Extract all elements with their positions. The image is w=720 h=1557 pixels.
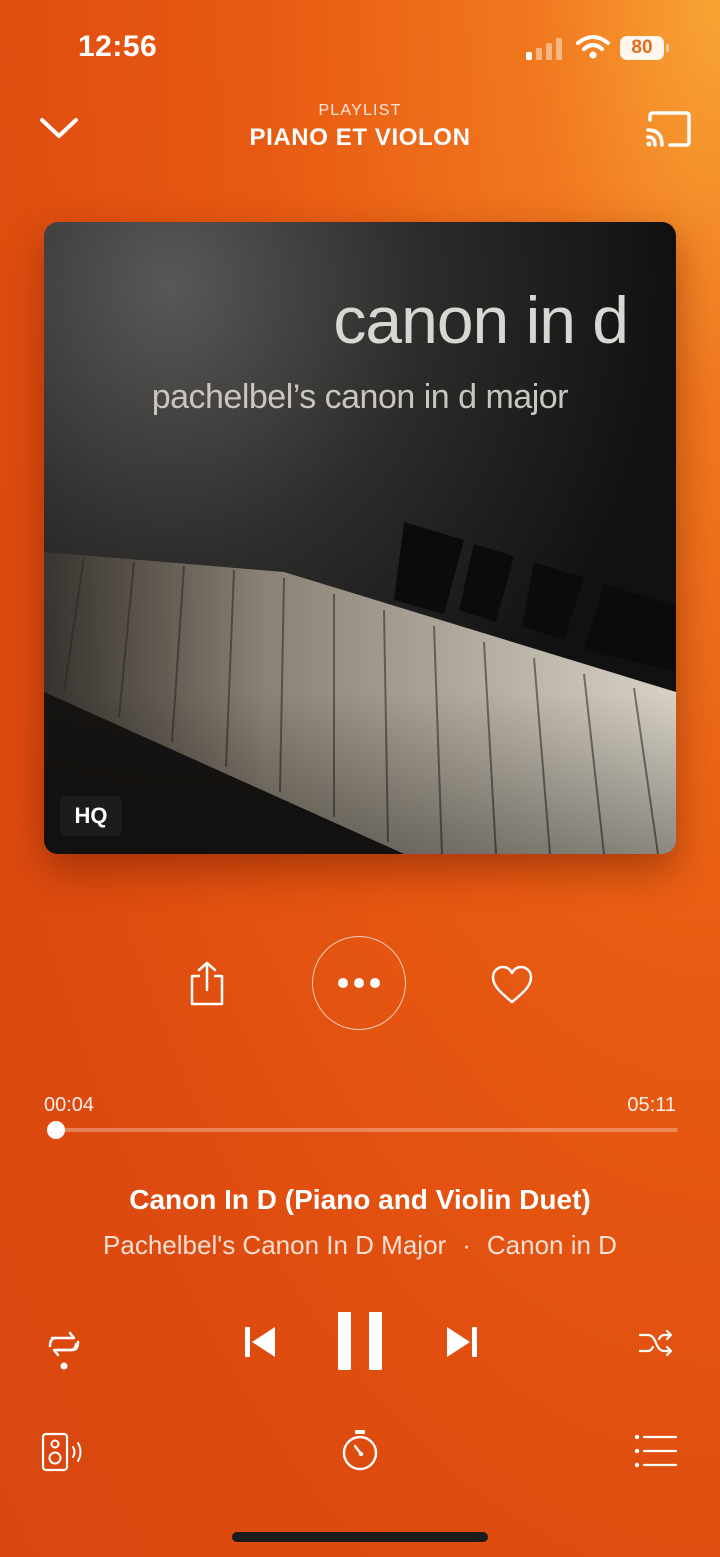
skip-previous-icon[interactable] (242, 1324, 278, 1360)
speaker-icon[interactable] (40, 1432, 86, 1472)
artwork-title: canon in d (333, 283, 629, 357)
artist-link[interactable]: Canon in D (487, 1230, 617, 1260)
repeat-icon[interactable] (44, 1326, 84, 1372)
skip-next-icon[interactable] (444, 1324, 480, 1360)
sleep-timer-icon[interactable] (340, 1428, 380, 1472)
playlist-label: PLAYLIST (318, 102, 402, 119)
playlist-title[interactable]: PIANO ET VIOLON (0, 124, 720, 152)
battery-level: 80 (620, 36, 664, 60)
progress-slider[interactable] (47, 1121, 678, 1139)
queue-list-icon[interactable] (634, 1434, 678, 1468)
status-time: 12:56 (78, 30, 158, 63)
progress-thumb[interactable] (47, 1121, 66, 1139)
separator: · (462, 1230, 471, 1260)
album-artwork[interactable]: canon in d pachelbel’s canon in d major … (44, 222, 676, 854)
elapsed-time: 00:04 (44, 1094, 95, 1116)
album-link[interactable]: Pachelbel's Canon In D Major (103, 1230, 446, 1260)
share-icon[interactable] (186, 960, 228, 1008)
more-options-button[interactable] (312, 936, 406, 1030)
wifi-icon (576, 35, 610, 59)
cast-icon[interactable] (644, 110, 692, 148)
artwork-subtitle: pachelbel’s canon in d major (151, 378, 569, 416)
pause-icon[interactable] (334, 1310, 386, 1372)
total-duration: 05:11 (627, 1094, 676, 1116)
shuffle-icon[interactable] (638, 1328, 674, 1358)
cellular-signal-icon (526, 38, 562, 60)
home-indicator[interactable] (232, 1532, 488, 1542)
heart-icon[interactable] (490, 964, 534, 1006)
track-subtitle: Pachelbel's Canon In D Major · Canon in D (0, 1230, 720, 1261)
track-title[interactable]: Canon In D (Piano and Violin Duet) (0, 1184, 720, 1216)
more-icon (335, 978, 383, 988)
hq-badge: HQ (60, 796, 122, 836)
battery-indicator: 80 (620, 36, 670, 60)
